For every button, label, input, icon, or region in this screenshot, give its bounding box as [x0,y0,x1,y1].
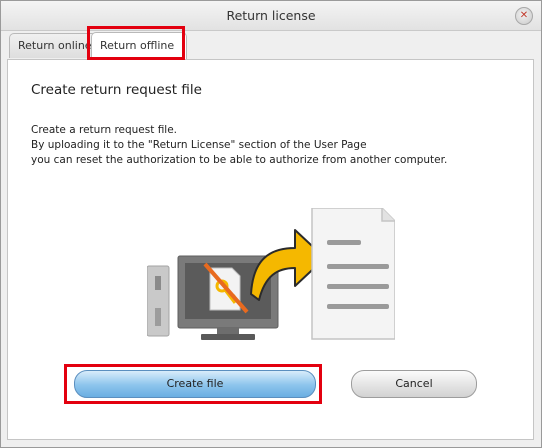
tab-return-online[interactable]: Return online [9,33,97,58]
return-license-window: Return license ✕ Return online Return of… [0,0,542,448]
computer-to-file-illustration [147,208,395,340]
close-icon[interactable]: ✕ [515,7,533,25]
title-bar[interactable]: Return license ✕ [1,1,541,31]
tab-content-panel: Create return request file Create a retu… [7,59,534,440]
cancel-button[interactable]: Cancel [351,370,477,398]
description-line: you can reset the authorization to be ab… [31,154,448,166]
section-heading: Create return request file [31,82,202,98]
window-title: Return license [226,8,316,23]
description-line: By uploading it to the "Return License" … [31,139,367,151]
computer-tower-icon [147,265,170,337]
tab-bar: Return online Return offline [1,30,541,60]
create-file-button[interactable]: Create file [74,370,316,398]
description-line: Create a return request file. [31,124,178,136]
description-text: Create a return request file. By uploadi… [31,123,447,168]
document-icon [311,208,395,340]
tab-return-offline[interactable]: Return offline [91,32,187,59]
